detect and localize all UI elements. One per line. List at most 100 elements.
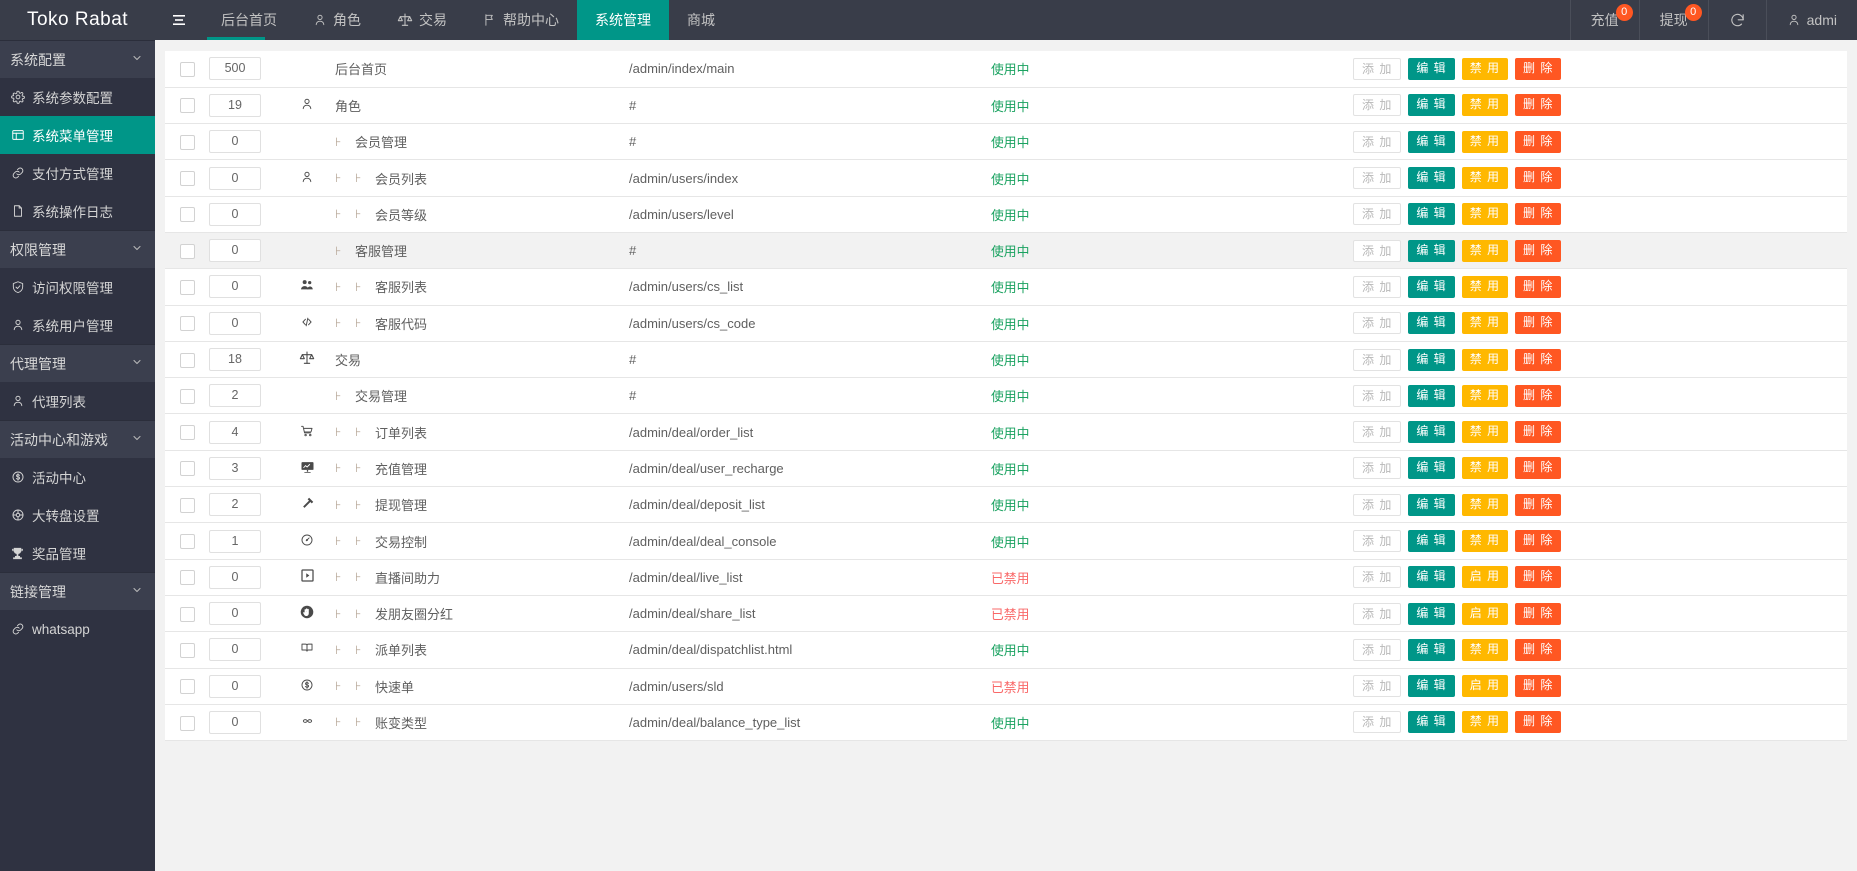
sort-input[interactable]: 500 bbox=[209, 57, 261, 80]
row-checkbox[interactable] bbox=[180, 461, 195, 476]
sidebar-item-3-0[interactable]: 活动中心 bbox=[0, 458, 155, 496]
sort-input[interactable]: 0 bbox=[209, 167, 261, 190]
edit-button[interactable]: 编 辑 bbox=[1408, 203, 1454, 225]
top-nav-recharge-button[interactable]: 充值0 bbox=[1570, 0, 1639, 40]
row-checkbox[interactable] bbox=[180, 534, 195, 549]
add-button[interactable]: 添 加 bbox=[1353, 349, 1401, 371]
delete-button[interactable]: 删 除 bbox=[1515, 457, 1561, 479]
sidebar-item-0-0[interactable]: 系统参数配置 bbox=[0, 78, 155, 116]
add-button[interactable]: 添 加 bbox=[1353, 276, 1401, 298]
toggle-status-button[interactable]: 禁 用 bbox=[1462, 457, 1508, 479]
toggle-status-button[interactable]: 禁 用 bbox=[1462, 131, 1508, 153]
sort-input[interactable]: 0 bbox=[209, 312, 261, 335]
top-nav-refresh-button[interactable] bbox=[1708, 0, 1766, 40]
delete-button[interactable]: 删 除 bbox=[1515, 603, 1561, 625]
sidebar-item-4-0[interactable]: whatsapp bbox=[0, 610, 155, 648]
sort-input[interactable]: 0 bbox=[209, 675, 261, 698]
add-button[interactable]: 添 加 bbox=[1353, 421, 1401, 443]
sidebar-group-0[interactable]: 系统配置 bbox=[0, 40, 155, 78]
add-button[interactable]: 添 加 bbox=[1353, 131, 1401, 153]
add-button[interactable]: 添 加 bbox=[1353, 457, 1401, 479]
top-nav-item-2[interactable]: 交易 bbox=[379, 0, 465, 40]
edit-button[interactable]: 编 辑 bbox=[1408, 494, 1454, 516]
sort-input[interactable]: 3 bbox=[209, 457, 261, 480]
add-button[interactable]: 添 加 bbox=[1353, 566, 1401, 588]
sort-input[interactable]: 0 bbox=[209, 711, 261, 734]
delete-button[interactable]: 删 除 bbox=[1515, 421, 1561, 443]
delete-button[interactable]: 删 除 bbox=[1515, 240, 1561, 262]
add-button[interactable]: 添 加 bbox=[1353, 385, 1401, 407]
row-checkbox[interactable] bbox=[180, 498, 195, 513]
add-button[interactable]: 添 加 bbox=[1353, 530, 1401, 552]
delete-button[interactable]: 删 除 bbox=[1515, 312, 1561, 334]
menu-collapse-icon[interactable] bbox=[155, 0, 203, 40]
add-button[interactable]: 添 加 bbox=[1353, 675, 1401, 697]
row-checkbox[interactable] bbox=[180, 425, 195, 440]
top-nav-account-button[interactable]: admi bbox=[1766, 0, 1857, 40]
delete-button[interactable]: 删 除 bbox=[1515, 711, 1561, 733]
add-button[interactable]: 添 加 bbox=[1353, 203, 1401, 225]
top-nav-item-4[interactable]: 系统管理 bbox=[577, 0, 669, 40]
toggle-status-button[interactable]: 禁 用 bbox=[1462, 312, 1508, 334]
delete-button[interactable]: 删 除 bbox=[1515, 276, 1561, 298]
delete-button[interactable]: 删 除 bbox=[1515, 167, 1561, 189]
delete-button[interactable]: 删 除 bbox=[1515, 131, 1561, 153]
edit-button[interactable]: 编 辑 bbox=[1408, 131, 1454, 153]
row-checkbox[interactable] bbox=[180, 389, 195, 404]
toggle-status-button[interactable]: 禁 用 bbox=[1462, 530, 1508, 552]
sort-input[interactable]: 0 bbox=[209, 275, 261, 298]
edit-button[interactable]: 编 辑 bbox=[1408, 675, 1454, 697]
edit-button[interactable]: 编 辑 bbox=[1408, 457, 1454, 479]
edit-button[interactable]: 编 辑 bbox=[1408, 167, 1454, 189]
delete-button[interactable]: 删 除 bbox=[1515, 94, 1561, 116]
sidebar-group-1[interactable]: 权限管理 bbox=[0, 230, 155, 268]
add-button[interactable]: 添 加 bbox=[1353, 167, 1401, 189]
sidebar-item-0-3[interactable]: 系统操作日志 bbox=[0, 192, 155, 230]
top-nav-item-5[interactable]: 商城 bbox=[669, 0, 733, 40]
toggle-status-button[interactable]: 禁 用 bbox=[1462, 349, 1508, 371]
edit-button[interactable]: 编 辑 bbox=[1408, 711, 1454, 733]
top-nav-item-0[interactable]: 后台首页 bbox=[203, 0, 295, 40]
row-checkbox[interactable] bbox=[180, 171, 195, 186]
row-checkbox[interactable] bbox=[180, 316, 195, 331]
toggle-status-button[interactable]: 禁 用 bbox=[1462, 276, 1508, 298]
toggle-status-button[interactable]: 禁 用 bbox=[1462, 240, 1508, 262]
sidebar-item-0-1[interactable]: 系统菜单管理 bbox=[0, 116, 155, 154]
sidebar-group-4[interactable]: 链接管理 bbox=[0, 572, 155, 610]
row-checkbox[interactable] bbox=[180, 280, 195, 295]
row-checkbox[interactable] bbox=[180, 244, 195, 259]
delete-button[interactable]: 删 除 bbox=[1515, 58, 1561, 80]
sort-input[interactable]: 0 bbox=[209, 203, 261, 226]
edit-button[interactable]: 编 辑 bbox=[1408, 385, 1454, 407]
toggle-status-button[interactable]: 禁 用 bbox=[1462, 385, 1508, 407]
toggle-status-button[interactable]: 禁 用 bbox=[1462, 203, 1508, 225]
row-checkbox[interactable] bbox=[180, 98, 195, 113]
toggle-status-button[interactable]: 启 用 bbox=[1462, 603, 1508, 625]
toggle-status-button[interactable]: 禁 用 bbox=[1462, 421, 1508, 443]
add-button[interactable]: 添 加 bbox=[1353, 639, 1401, 661]
sidebar-group-3[interactable]: 活动中心和游戏 bbox=[0, 420, 155, 458]
sort-input[interactable]: 0 bbox=[209, 239, 261, 262]
edit-button[interactable]: 编 辑 bbox=[1408, 639, 1454, 661]
row-checkbox[interactable] bbox=[180, 679, 195, 694]
sort-input[interactable]: 18 bbox=[209, 348, 261, 371]
sidebar-item-3-1[interactable]: 大转盘设置 bbox=[0, 496, 155, 534]
edit-button[interactable]: 编 辑 bbox=[1408, 530, 1454, 552]
row-checkbox[interactable] bbox=[180, 135, 195, 150]
add-button[interactable]: 添 加 bbox=[1353, 494, 1401, 516]
edit-button[interactable]: 编 辑 bbox=[1408, 240, 1454, 262]
delete-button[interactable]: 删 除 bbox=[1515, 385, 1561, 407]
top-nav-item-1[interactable]: 角色 bbox=[295, 0, 379, 40]
sidebar-item-3-2[interactable]: 奖品管理 bbox=[0, 534, 155, 572]
row-checkbox[interactable] bbox=[180, 353, 195, 368]
edit-button[interactable]: 编 辑 bbox=[1408, 421, 1454, 443]
delete-button[interactable]: 删 除 bbox=[1515, 675, 1561, 697]
row-checkbox[interactable] bbox=[180, 62, 195, 77]
edit-button[interactable]: 编 辑 bbox=[1408, 94, 1454, 116]
top-nav-withdraw-button[interactable]: 提现0 bbox=[1639, 0, 1708, 40]
sort-input[interactable]: 0 bbox=[209, 566, 261, 589]
delete-button[interactable]: 删 除 bbox=[1515, 566, 1561, 588]
add-button[interactable]: 添 加 bbox=[1353, 711, 1401, 733]
top-nav-item-3[interactable]: 帮助中心 bbox=[465, 0, 577, 40]
toggle-status-button[interactable]: 启 用 bbox=[1462, 675, 1508, 697]
